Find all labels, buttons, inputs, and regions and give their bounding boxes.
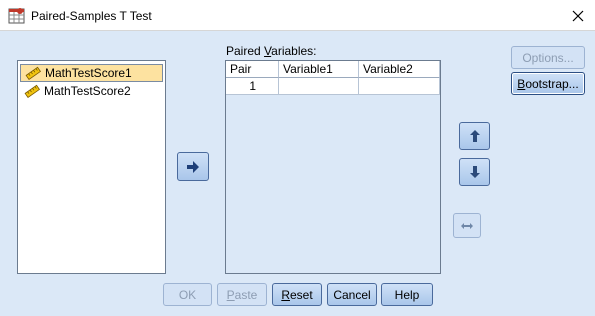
- move-to-pairs-button[interactable]: [177, 152, 209, 181]
- table-header: Pair Variable1 Variable2: [226, 61, 440, 78]
- spss-dialog-icon: [8, 8, 25, 24]
- table-row[interactable]: 1: [226, 78, 440, 95]
- move-up-button[interactable]: [459, 122, 490, 150]
- source-variable-list[interactable]: MathTestScore1 MathTestScore2: [17, 60, 166, 274]
- scale-ruler-icon: [25, 66, 41, 80]
- paste-button[interactable]: Paste: [217, 283, 267, 306]
- bootstrap-label: Bootstrap...: [517, 76, 579, 91]
- reset-label: Reset: [281, 287, 313, 302]
- ok-label: OK: [178, 287, 197, 302]
- variable2-cell[interactable]: [359, 78, 440, 95]
- swap-variables-button[interactable]: [453, 213, 481, 238]
- variable-label: MathTestScore2: [44, 84, 131, 98]
- window-title: Paired-Samples T Test: [31, 9, 152, 23]
- column-header-pair: Pair: [226, 61, 279, 78]
- pair-number-cell: 1: [226, 78, 279, 95]
- variable1-cell[interactable]: [279, 78, 359, 95]
- help-label: Help: [394, 287, 420, 302]
- options-button[interactable]: Options...: [511, 46, 585, 69]
- ok-button[interactable]: OK: [163, 283, 212, 306]
- reset-button[interactable]: Reset: [272, 283, 322, 306]
- paired-samples-dialog: Paired-Samples T Test MathTestScore1 Mat…: [0, 0, 595, 316]
- title-bar: Paired-Samples T Test: [0, 0, 595, 31]
- column-header-variable1: Variable1: [279, 61, 359, 78]
- arrow-down-icon: [469, 166, 480, 178]
- variable-label: MathTestScore1: [45, 66, 132, 80]
- column-header-variable2: Variable2: [359, 61, 440, 78]
- arrow-right-icon: [187, 160, 199, 173]
- cancel-button[interactable]: Cancel: [327, 283, 377, 306]
- list-item[interactable]: MathTestScore2: [20, 82, 163, 100]
- swap-horizontal-icon: [461, 222, 473, 229]
- help-button[interactable]: Help: [381, 283, 433, 306]
- options-label: Options...: [522, 50, 574, 65]
- paste-label: Paste: [226, 287, 258, 302]
- paired-variables-label: Paired Variables:: [226, 44, 317, 58]
- close-button[interactable]: [561, 0, 595, 31]
- paired-variables-table[interactable]: Pair Variable1 Variable2 1: [225, 60, 441, 274]
- list-item[interactable]: MathTestScore1: [20, 64, 163, 82]
- bootstrap-button[interactable]: Bootstrap...: [511, 72, 585, 95]
- cancel-label: Cancel: [333, 287, 371, 302]
- arrow-up-icon: [469, 130, 480, 142]
- move-down-button[interactable]: [459, 158, 490, 186]
- scale-ruler-icon: [24, 84, 40, 98]
- close-icon: [572, 10, 584, 21]
